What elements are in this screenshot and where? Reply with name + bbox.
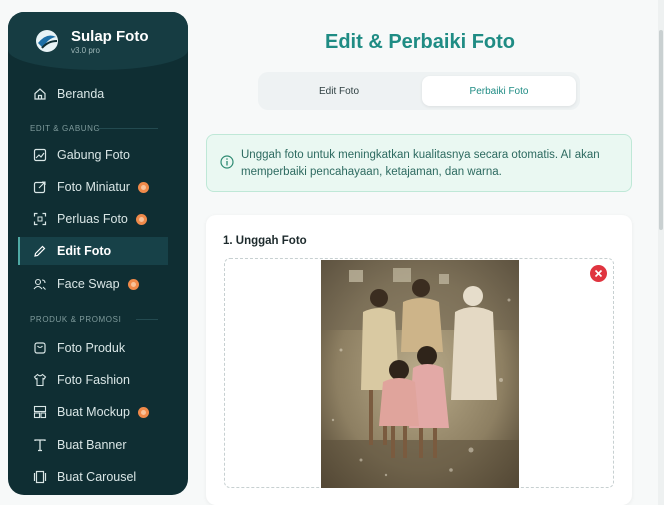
expand-icon — [33, 212, 47, 226]
pencil-icon — [33, 244, 47, 258]
info-banner: Unggah foto untuk meningkatkan kualitasn… — [206, 134, 632, 192]
brand-header: Sulap Foto v3.0 pro — [8, 12, 188, 70]
carousel-icon — [33, 470, 47, 484]
upload-title: 1. Unggah Foto — [223, 235, 307, 247]
info-icon — [220, 155, 234, 169]
sidebar-item-foto-miniatur[interactable]: Foto Miniatur — [20, 173, 168, 201]
pro-badge-icon — [135, 213, 147, 225]
info-text: Unggah foto untuk meningkatkan kualitasn… — [241, 149, 600, 178]
text-t-icon — [33, 438, 47, 452]
section-label-edit: EDIT & GABUNG — [30, 124, 101, 133]
mockup-icon — [33, 405, 47, 419]
sidebar-item-label: Buat Banner — [57, 438, 127, 452]
miniature-icon — [33, 180, 47, 194]
sidebar-item-label: Gabung Foto — [57, 148, 130, 162]
brand-version: v3.0 pro — [71, 46, 100, 55]
pro-badge-icon — [137, 181, 149, 193]
home-icon — [33, 87, 47, 101]
sidebar-item-label: Perluas Foto — [57, 212, 128, 226]
face-swap-icon — [33, 277, 47, 291]
tab-edit-foto[interactable]: Edit Foto — [262, 76, 416, 106]
sidebar-item-label: Foto Produk — [57, 341, 126, 355]
section-divider — [98, 128, 158, 129]
sidebar-item-buat-banner[interactable]: Buat Banner — [20, 431, 168, 459]
brand-name: Sulap Foto — [71, 28, 149, 45]
pro-badge-icon — [127, 278, 139, 290]
mode-tabs: Edit Foto Perbaiki Foto — [258, 72, 580, 110]
sidebar-item-edit-foto[interactable]: Edit Foto — [18, 237, 168, 265]
uploaded-photo-preview — [321, 260, 519, 488]
sidebar: Sulap Foto v3.0 pro Beranda EDIT & GABUN… — [8, 12, 188, 495]
tab-perbaiki-foto[interactable]: Perbaiki Foto — [422, 76, 576, 106]
sidebar-item-label: Edit Foto — [57, 244, 112, 258]
page-scrollbar[interactable] — [658, 0, 664, 505]
remove-photo-button[interactable] — [590, 265, 607, 282]
sidebar-item-face-swap[interactable]: Face Swap — [20, 270, 168, 298]
pro-badge-icon — [137, 406, 149, 418]
scrollbar-thumb[interactable] — [659, 30, 663, 230]
sidebar-item-buat-mockup[interactable]: Buat Mockup — [20, 398, 168, 426]
upload-card: 1. Unggah Foto — [206, 215, 632, 505]
sidebar-item-label: Foto Fashion — [57, 373, 130, 387]
sidebar-item-foto-produk[interactable]: Foto Produk — [20, 334, 168, 362]
product-bag-icon — [33, 341, 47, 355]
sidebar-item-label: Buat Carousel — [57, 470, 137, 484]
section-divider — [136, 319, 158, 320]
sidebar-item-label: Beranda — [57, 87, 105, 101]
sidebar-item-perluas-foto[interactable]: Perluas Foto — [20, 205, 168, 233]
shirt-icon — [33, 373, 47, 387]
section-label-produk: PRODUK & PROMOSI — [30, 315, 122, 324]
sidebar-item-label: Face Swap — [57, 277, 120, 291]
page-title: Edit & Perbaiki Foto — [324, 31, 516, 53]
sidebar-item-beranda[interactable]: Beranda — [20, 80, 168, 108]
brand-logo-icon — [36, 30, 58, 52]
sidebar-item-buat-carousel[interactable]: Buat Carousel — [20, 463, 168, 491]
sidebar-item-label: Buat Mockup — [57, 405, 130, 419]
close-icon — [594, 269, 603, 278]
image-combine-icon — [33, 148, 47, 162]
sidebar-item-label: Foto Miniatur — [57, 180, 130, 194]
upload-dropzone[interactable] — [224, 258, 614, 488]
sidebar-item-foto-fashion[interactable]: Foto Fashion — [20, 366, 168, 394]
sidebar-item-gabung-foto[interactable]: Gabung Foto — [20, 141, 168, 169]
